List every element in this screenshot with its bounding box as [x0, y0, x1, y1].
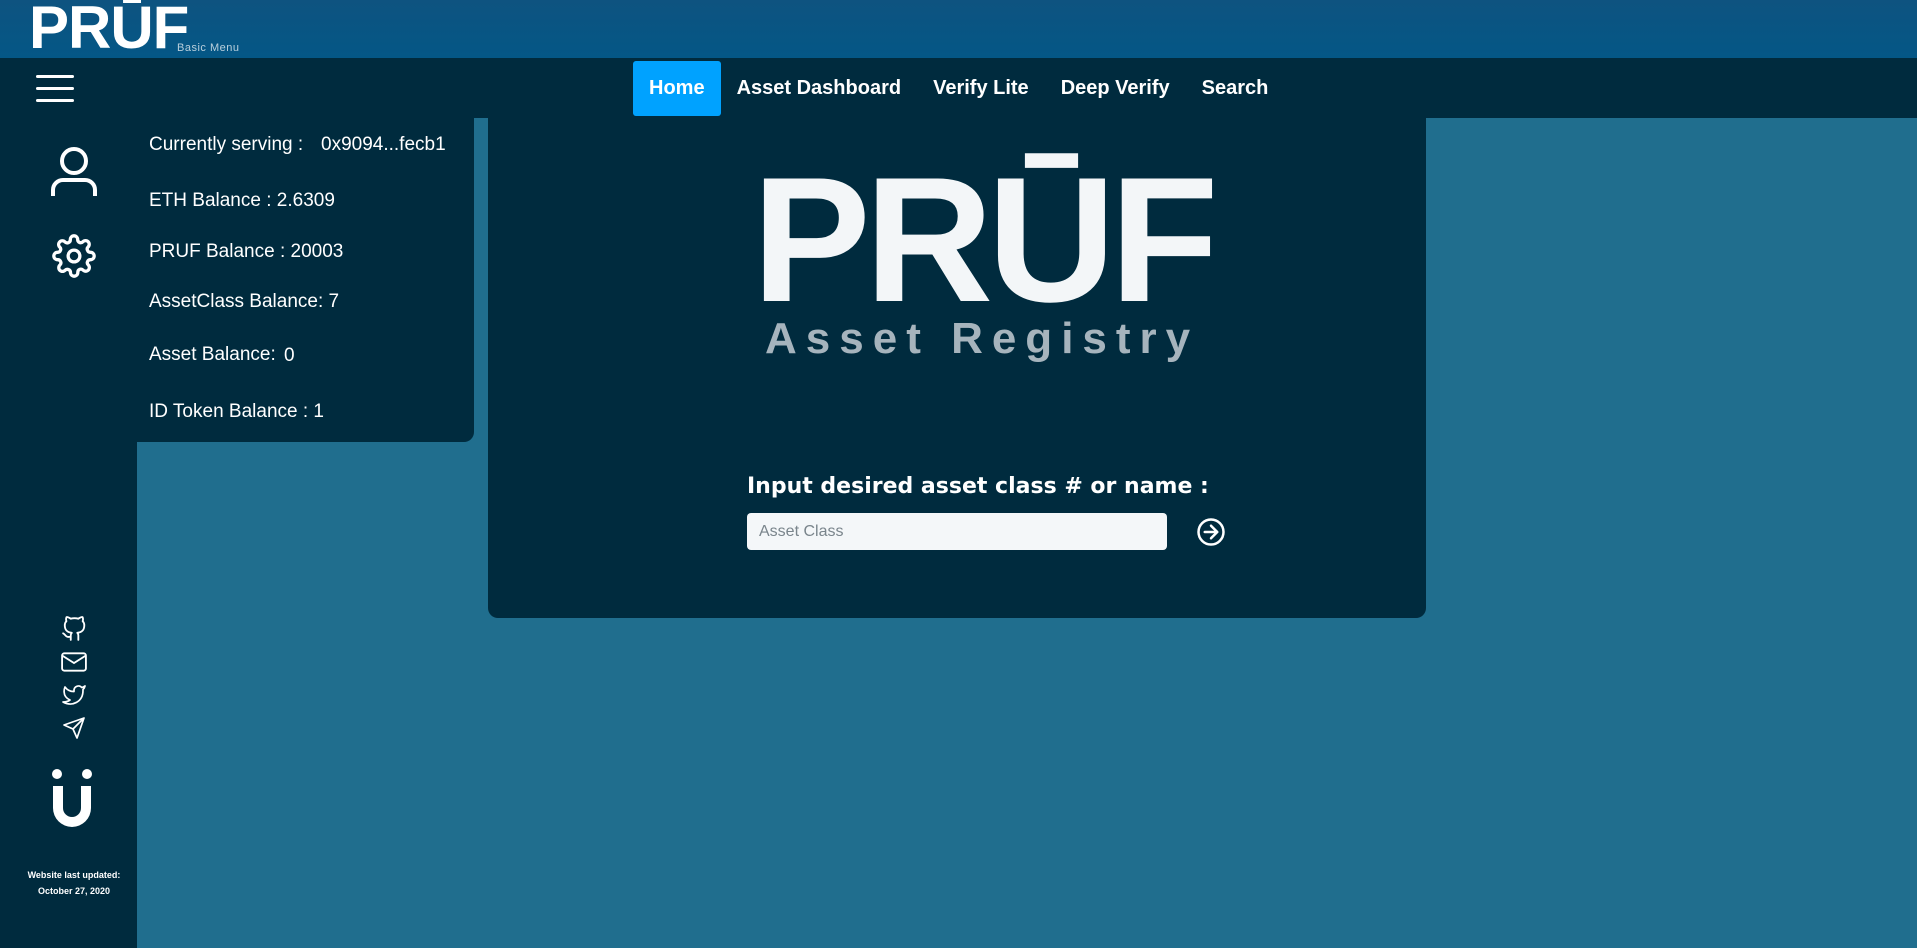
nav-tab-verify-lite[interactable]: Verify Lite	[917, 61, 1045, 116]
assetclass-balance: AssetClass Balance: 7	[149, 291, 340, 312]
asset-class-prompt: Input desired asset class # or name :	[747, 474, 1209, 499]
top-nav: Home Asset Dashboard Verify Lite Deep Ve…	[0, 58, 1917, 118]
nav-tab-deep-verify[interactable]: Deep Verify	[1045, 61, 1186, 116]
hero-logo-title: PRŪF	[752, 140, 1219, 339]
sidebar: Website last updated: October 27, 2020	[0, 118, 137, 948]
balance-panel: Currently serving : 0x9094...fecb1 ETH B…	[137, 118, 474, 442]
asset-balance-label: Asset Balance:	[149, 344, 276, 365]
last-updated-date: October 27, 2020	[37, 886, 111, 896]
nav-tab-home[interactable]: Home	[633, 61, 721, 116]
brand-subtitle: Basic Menu	[177, 42, 240, 54]
pruf-balance: PRUF Balance : 20003	[149, 241, 344, 262]
brand-bar: PRŪF Basic Menu	[0, 0, 1917, 60]
user-icon[interactable]	[50, 146, 98, 198]
github-icon[interactable]	[61, 616, 87, 642]
id-token-balance: ID Token Balance : 1	[149, 401, 324, 422]
nav-tab-search[interactable]: Search	[1186, 61, 1285, 116]
arrow-right-circle-icon[interactable]	[1196, 517, 1226, 547]
gear-icon[interactable]	[52, 234, 96, 278]
asset-class-input[interactable]	[747, 513, 1167, 550]
telegram-icon[interactable]	[61, 716, 87, 740]
footer-logo	[48, 766, 96, 828]
hamburger-menu-icon[interactable]	[36, 75, 74, 103]
twitter-icon[interactable]	[61, 684, 87, 706]
mail-icon[interactable]	[61, 651, 87, 673]
nav-tabs: Home Asset Dashboard Verify Lite Deep Ve…	[633, 61, 1284, 116]
asset-balance-value: 0	[284, 345, 295, 366]
currently-serving-label: Currently serving :	[149, 134, 304, 155]
pruf-u-logo-icon	[52, 769, 92, 827]
eth-balance: ETH Balance : 2.6309	[149, 190, 335, 211]
hero-logo-subtitle: Asset Registry	[765, 314, 1200, 363]
brand-logo[interactable]: PRŪF	[29, 0, 189, 60]
currently-serving-address: 0x9094...fecb1	[321, 134, 446, 155]
last-updated-label: Website last updated:	[27, 870, 121, 880]
nav-tab-asset-dashboard[interactable]: Asset Dashboard	[721, 61, 918, 116]
